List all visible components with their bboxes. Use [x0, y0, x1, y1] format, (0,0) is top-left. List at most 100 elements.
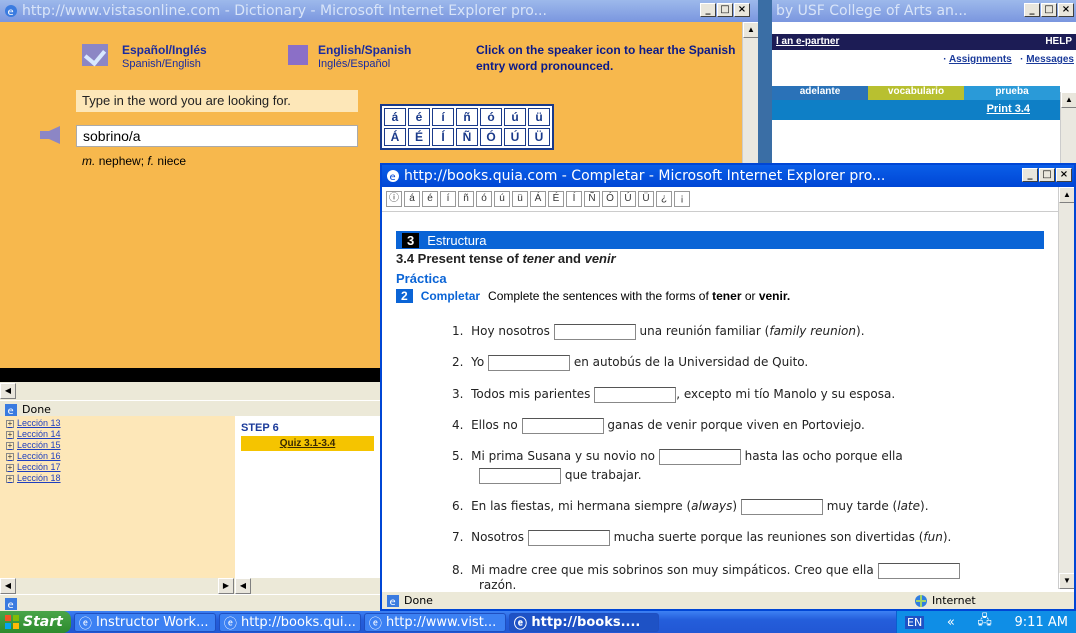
- network-icon[interactable]: 🖧: [977, 611, 992, 633]
- accent-button-12[interactable]: Ú: [620, 191, 636, 207]
- expand-icon[interactable]: +: [6, 430, 14, 439]
- scroll-track[interactable]: [17, 578, 217, 594]
- maximize-button[interactable]: □: [717, 3, 733, 17]
- lesson-item[interactable]: + Lección 16: [6, 451, 229, 462]
- accent-key-1[interactable]: é: [408, 108, 430, 126]
- answer-input-6[interactable]: [740, 498, 823, 515]
- speaker-icon[interactable]: [40, 126, 68, 144]
- lesson-item[interactable]: + Lección 18: [6, 473, 229, 484]
- maximize-button[interactable]: □: [1039, 168, 1055, 182]
- option-es-en[interactable]: Español/Inglés Spanish/English: [122, 43, 207, 71]
- accent-key-2[interactable]: í: [432, 108, 454, 126]
- messages-link[interactable]: Messages: [1026, 54, 1074, 65]
- tab-prueba[interactable]: prueba: [964, 86, 1060, 100]
- print-link[interactable]: Print 3.4: [987, 103, 1030, 115]
- expand-icon[interactable]: +: [6, 452, 14, 461]
- expand-icon[interactable]: +: [6, 474, 14, 483]
- language-indicator[interactable]: EN: [905, 615, 925, 629]
- help-link[interactable]: HELP: [1045, 36, 1072, 48]
- info-icon[interactable]: ⓘ: [386, 191, 402, 207]
- lesson-item[interactable]: + Lección 15: [6, 440, 229, 451]
- accent-button-4[interactable]: ó: [476, 191, 492, 207]
- expand-icon[interactable]: +: [6, 463, 14, 472]
- accent-button-2[interactable]: í: [440, 191, 456, 207]
- accent-button-10[interactable]: Ñ: [584, 191, 600, 207]
- tray-expand-icon[interactable]: «: [947, 615, 955, 630]
- accent-key-11[interactable]: Ó: [480, 128, 502, 146]
- accent-key-8[interactable]: É: [408, 128, 430, 146]
- tab-adelante[interactable]: adelante: [772, 86, 868, 100]
- accent-button-6[interactable]: ü: [512, 191, 528, 207]
- accent-key-3[interactable]: ñ: [456, 108, 478, 126]
- accent-button-8[interactable]: É: [548, 191, 564, 207]
- lesson-item[interactable]: + Lección 13: [6, 418, 229, 429]
- scroll-right-button[interactable]: ▶: [218, 578, 234, 594]
- bb-vertical-scrollbar[interactable]: ▲: [1060, 92, 1076, 168]
- close-button[interactable]: ×: [1056, 168, 1072, 182]
- clock[interactable]: 9:11 AM: [1015, 615, 1068, 630]
- answer-input-3[interactable]: [594, 386, 677, 403]
- minimize-button[interactable]: _: [700, 3, 716, 17]
- accent-key-0[interactable]: á: [384, 108, 406, 126]
- task-vistas[interactable]: ⓔ http://www.vist...: [363, 612, 506, 632]
- accent-key-7[interactable]: Á: [384, 128, 406, 146]
- scroll-left-button-2[interactable]: ◀: [235, 578, 251, 594]
- scroll-down-button[interactable]: ▼: [1059, 573, 1074, 589]
- accent-key-12[interactable]: Ú: [504, 128, 526, 146]
- task-instructor[interactable]: ⓔ Instructor Work...: [73, 612, 216, 632]
- scroll-up-button[interactable]: ▲: [743, 22, 758, 38]
- minimize-button[interactable]: _: [1022, 168, 1038, 182]
- vista-title-bar[interactable]: e http://www.vistasonline.com - Dictiona…: [0, 0, 758, 22]
- scroll-left-button[interactable]: ◀: [0, 578, 16, 594]
- quiz-link[interactable]: Quiz 3.1-3.4: [241, 436, 374, 451]
- quia-vertical-scrollbar[interactable]: ▲ ▼: [1058, 187, 1074, 589]
- accent-button-13[interactable]: Ü: [638, 191, 654, 207]
- task-books-quia[interactable]: ⓔ http://books.qui...: [218, 612, 361, 632]
- task-books-active[interactable]: ⓔ http://books....: [508, 612, 659, 632]
- accent-button-9[interactable]: Í: [566, 191, 582, 207]
- expand-icon[interactable]: +: [6, 441, 14, 450]
- maximize-button[interactable]: □: [1041, 3, 1057, 17]
- accent-key-5[interactable]: ú: [504, 108, 526, 126]
- lesson-item[interactable]: + Lección 17: [6, 462, 229, 473]
- accent-key-10[interactable]: Ñ: [456, 128, 478, 146]
- accent-key-6[interactable]: ü: [528, 108, 550, 126]
- assignments-link[interactable]: Assignments: [949, 54, 1012, 65]
- minimize-button[interactable]: _: [1024, 3, 1040, 17]
- accent-key-4[interactable]: ó: [480, 108, 502, 126]
- accent-key-9[interactable]: Í: [432, 128, 454, 146]
- scroll-up-button[interactable]: ▲: [1061, 92, 1076, 108]
- accent-button-1[interactable]: é: [422, 191, 438, 207]
- scroll-left-button[interactable]: ◀: [0, 383, 16, 399]
- expand-icon[interactable]: +: [6, 419, 14, 428]
- accent-button-3[interactable]: ñ: [458, 191, 474, 207]
- accent-button-0[interactable]: á: [404, 191, 420, 207]
- answer-input-7[interactable]: [527, 529, 610, 546]
- accent-button-5[interactable]: ú: [494, 191, 510, 207]
- accent-key-13[interactable]: Ü: [528, 128, 550, 146]
- quia-title-bar[interactable]: e http://books.quia.com - Completar - Mi…: [382, 165, 1074, 187]
- answer-input-2[interactable]: [488, 354, 570, 371]
- accent-button-15[interactable]: ¡: [674, 191, 690, 207]
- search-input[interactable]: sobrino/a: [76, 125, 358, 147]
- option-en-es[interactable]: English/Spanish Inglés/Español: [318, 43, 411, 71]
- bb-title-bar[interactable]: by USF College of Arts an... _ □ ×: [772, 0, 1076, 22]
- lesson-item[interactable]: + Lección 14: [6, 429, 229, 440]
- answer-input-4[interactable]: [521, 417, 604, 434]
- scroll-up-button[interactable]: ▲: [1059, 187, 1074, 203]
- start-button[interactable]: Start: [0, 611, 71, 633]
- answer-input-8[interactable]: [877, 562, 960, 579]
- close-button[interactable]: ×: [1058, 3, 1074, 17]
- close-button[interactable]: ×: [734, 3, 750, 17]
- option-swatch-icon[interactable]: [288, 45, 308, 65]
- partner-link[interactable]: l an e-partner: [776, 36, 839, 48]
- answer-input-5a[interactable]: [658, 448, 741, 465]
- lessons-scrollbar[interactable]: ◀ ▶ ◀: [0, 578, 380, 594]
- tab-vocabulario[interactable]: vocabulario: [868, 86, 964, 100]
- checked-option-icon[interactable]: [82, 44, 108, 66]
- answer-input-5b[interactable]: [479, 467, 561, 484]
- accent-button-7[interactable]: Á: [530, 191, 546, 207]
- accent-button-11[interactable]: Ó: [602, 191, 618, 207]
- answer-input-1[interactable]: [553, 323, 636, 340]
- horizontal-scrollbar[interactable]: ◀: [0, 382, 380, 400]
